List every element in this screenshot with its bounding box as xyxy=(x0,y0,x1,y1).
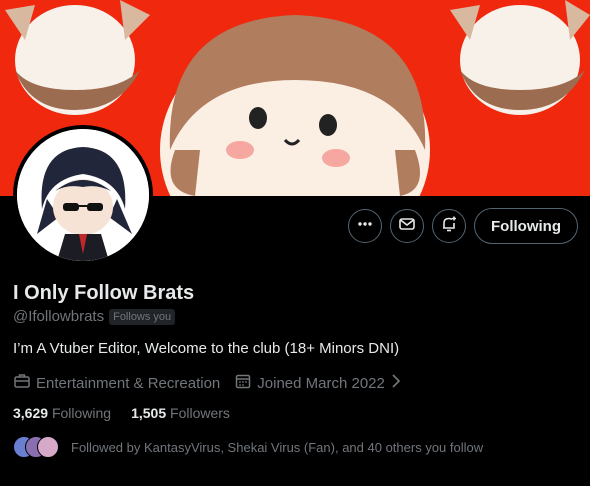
following-link[interactable]: 3,629 Following xyxy=(13,405,111,421)
chevron-right-icon xyxy=(390,373,402,393)
more-icon xyxy=(356,215,374,238)
followed-by-text: Followed by KantasyVirus, Shekai Virus (… xyxy=(71,439,484,455)
category-item: Entertainment & Recreation xyxy=(13,372,220,394)
followers-link[interactable]: 1,505 Followers xyxy=(131,405,230,421)
display-name: I Only Follow Brats xyxy=(13,282,195,304)
joined-label: Joined March 2022 xyxy=(257,374,385,392)
message-icon xyxy=(398,215,416,238)
briefcase-icon xyxy=(13,372,31,394)
joined-item[interactable]: Joined March 2022 xyxy=(234,372,402,394)
calendar-icon xyxy=(234,372,252,394)
more-button[interactable] xyxy=(348,209,383,243)
avatar-image xyxy=(17,129,149,261)
followed-by-row[interactable]: Followed by KantasyVirus, Shekai Virus (… xyxy=(13,436,483,458)
followers-count: 1,505 xyxy=(131,405,167,421)
following-button[interactable]: Following xyxy=(474,208,578,244)
follower-avatar xyxy=(37,436,59,458)
followed-by-avatars xyxy=(13,436,63,458)
following-count: 3,629 xyxy=(13,405,49,421)
follow-counts: 3,629 Following 1,505 Followers xyxy=(13,405,230,421)
profile-actions: Following xyxy=(348,208,578,244)
message-button[interactable] xyxy=(390,209,425,243)
followers-label: Followers xyxy=(170,405,230,421)
bio: I’m A Vtuber Editor, Welcome to the club… xyxy=(13,340,400,357)
avatar[interactable] xyxy=(13,125,153,265)
handle-row: @Ifollowbrats Follows you xyxy=(13,308,176,325)
handle: @Ifollowbrats xyxy=(13,308,105,325)
follows-you-badge: Follows you xyxy=(109,308,176,325)
category-label[interactable]: Entertainment & Recreation xyxy=(36,375,220,392)
following-label: Following xyxy=(51,405,112,421)
profile-meta: Entertainment & Recreation Joined March … xyxy=(13,372,416,394)
notifications-button[interactable] xyxy=(432,209,467,243)
notification-bell-icon xyxy=(440,215,458,238)
